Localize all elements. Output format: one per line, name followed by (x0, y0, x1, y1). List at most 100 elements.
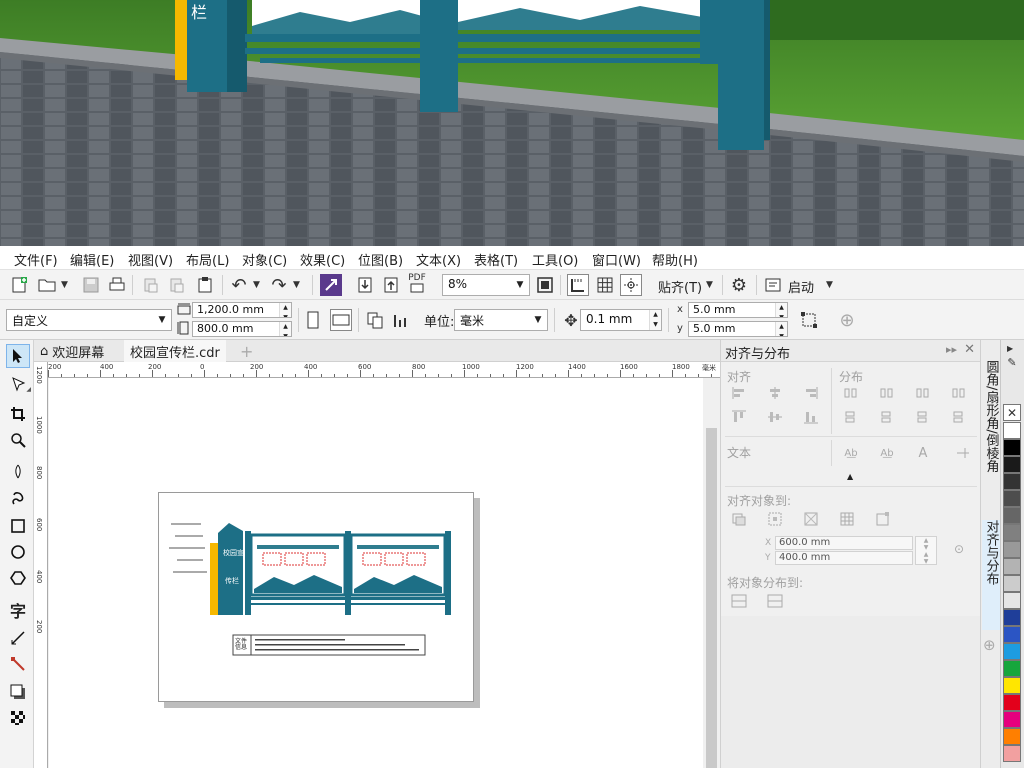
open-dropdown-icon[interactable]: ▼ (61, 280, 68, 290)
color-swatch[interactable] (1003, 592, 1021, 609)
artistic-media-icon[interactable] (6, 486, 30, 510)
vertical-ruler[interactable]: 1200 1000 800 600 400 200 (34, 362, 48, 768)
distribute-spacing-h-icon[interactable] (949, 384, 969, 402)
horizontal-ruler[interactable]: 毫米 200 400 200 0 200 400 600 800 1000 1200 1400 160… (48, 362, 720, 378)
print-icon[interactable] (106, 274, 128, 296)
undo-icon[interactable]: ↶ (228, 274, 250, 296)
rectangle-tool-icon[interactable] (6, 514, 30, 538)
color-swatch[interactable] (1003, 711, 1021, 728)
connector-tool-icon[interactable] (6, 652, 30, 676)
undo-dropdown-icon[interactable]: ▼ (253, 280, 260, 290)
nudge-distance-field[interactable]: 0.1 mm ▲ ▼ (580, 309, 662, 331)
text-tool-icon[interactable]: 字 (6, 598, 30, 622)
distribute-right-icon[interactable] (913, 384, 933, 402)
distribute-to-page-icon[interactable] (765, 592, 785, 610)
distribute-center-v-icon[interactable] (877, 408, 897, 426)
page-height-field[interactable]: 800.0 mm ▲ ▼ (192, 321, 292, 337)
parallel-dimension-icon[interactable] (6, 626, 30, 650)
align-center-v-icon[interactable] (765, 408, 785, 426)
color-swatch[interactable] (1003, 490, 1021, 507)
palette-scroll-up-icon[interactable]: ▶ (1007, 344, 1013, 353)
menu-help[interactable]: 帮助(H) (652, 250, 698, 269)
page-width-field[interactable]: 1,200.0 mm ▲ ▼ (192, 302, 292, 318)
drop-shadow-icon[interactable] (6, 680, 30, 704)
duplicate-y-spinner[interactable]: ▲ ▼ (775, 322, 787, 336)
distribute-spacing-v-icon[interactable] (949, 408, 969, 426)
align-to-grid-icon[interactable] (837, 510, 857, 528)
side-tab-align-distribute[interactable]: 对齐与分布 (982, 520, 1000, 630)
rulers-icon[interactable] (567, 274, 589, 296)
color-swatch[interactable] (1003, 439, 1021, 456)
redo-icon[interactable]: ↷ (268, 274, 290, 296)
color-swatch[interactable] (1003, 694, 1021, 711)
open-folder-icon[interactable] (36, 274, 58, 296)
color-swatch[interactable] (1003, 524, 1021, 541)
redo-dropdown-icon[interactable]: ▼ (293, 280, 300, 290)
transparency-tool-icon[interactable] (6, 706, 30, 730)
menu-bitmaps[interactable]: 位图(B) (358, 250, 403, 269)
distribute-bottom-icon[interactable] (913, 408, 933, 426)
current-page-icon[interactable] (390, 309, 412, 331)
docker-expand-icon[interactable]: ▸▸ (946, 343, 957, 356)
export-file-icon[interactable] (380, 274, 402, 296)
side-tab-add-icon[interactable]: ⊕ (983, 636, 996, 654)
color-swatch[interactable] (1003, 507, 1021, 524)
text-baseline-last-icon[interactable]: A͟b (877, 444, 897, 462)
align-to-active-objects-icon[interactable] (729, 510, 749, 528)
tab-welcome-screen[interactable]: ⌂ 欢迎屏幕 (34, 340, 110, 362)
align-left-icon[interactable] (729, 384, 749, 402)
polygon-tool-icon[interactable] (6, 566, 30, 590)
page-height-spinner[interactable]: ▲ ▼ (279, 322, 291, 336)
align-to-point-icon[interactable] (873, 510, 893, 528)
align-to-page-center-icon[interactable] (801, 510, 821, 528)
launch-label[interactable]: 启动 (788, 277, 814, 296)
color-swatch[interactable] (1003, 643, 1021, 660)
grid-icon[interactable] (594, 274, 616, 296)
pick-point-icon[interactable]: ⊙ (949, 540, 969, 558)
color-swatch[interactable] (1003, 541, 1021, 558)
nudge-spinner[interactable]: ▲ ▼ (649, 310, 661, 330)
unit-select[interactable]: 毫米 ▼ (454, 309, 548, 331)
page-width-spinner[interactable]: ▲ ▼ (279, 303, 291, 317)
add-icon[interactable]: ⊕ (836, 309, 858, 331)
text-baseline-first-icon[interactable]: A͟b (841, 444, 861, 462)
ellipse-tool-icon[interactable] (6, 540, 30, 564)
duplicate-x-spinner[interactable]: ▲ ▼ (775, 303, 787, 317)
snap-dropdown-icon[interactable]: ▼ (706, 280, 713, 290)
text-bounding-box-icon[interactable]: A (913, 444, 933, 462)
add-tab-button[interactable]: + (234, 340, 259, 362)
freehand-tool-icon[interactable] (6, 460, 30, 484)
menu-file[interactable]: 文件(F) (14, 250, 58, 269)
all-pages-icon[interactable] (364, 309, 386, 331)
color-swatch[interactable] (1003, 473, 1021, 490)
eyedropper-icon[interactable]: ✎ (1003, 356, 1021, 370)
align-to-page-edge-icon[interactable] (765, 510, 785, 528)
menu-window[interactable]: 窗口(W) (592, 250, 641, 269)
docker-close-icon[interactable]: ✕ (964, 342, 975, 357)
vertical-scrollbar[interactable] (703, 378, 720, 768)
export-icon[interactable] (166, 274, 188, 296)
menu-tools[interactable]: 工具(O) (532, 250, 578, 269)
vertical-scrollbar-thumb[interactable] (706, 428, 717, 768)
page-size-select[interactable]: 自定义 ▼ (6, 309, 172, 331)
snap-to-label[interactable]: 贴齐(T) (658, 277, 702, 296)
landscape-icon[interactable] (330, 309, 352, 331)
color-swatch[interactable] (1003, 609, 1021, 626)
collapse-arrow-icon[interactable]: ▲ (847, 472, 853, 481)
document-page[interactable]: 校园宣 传栏 文件信息 (158, 492, 474, 702)
distribute-top-icon[interactable] (841, 408, 861, 426)
search-content-icon[interactable] (320, 274, 342, 296)
import-file-icon[interactable] (354, 274, 376, 296)
align-right-icon[interactable] (801, 384, 821, 402)
portrait-icon[interactable] (302, 309, 324, 331)
clipboard-icon[interactable] (194, 274, 216, 296)
zoom-level-field[interactable]: 8% ▼ (442, 274, 530, 296)
duplicate-y-field[interactable]: 5.0 mm ▲ ▼ (688, 321, 788, 337)
align-bottom-icon[interactable] (801, 408, 821, 426)
new-document-icon[interactable] (8, 274, 30, 296)
color-swatch[interactable] (1003, 558, 1021, 575)
color-swatch[interactable] (1003, 422, 1021, 439)
color-swatch[interactable] (1003, 677, 1021, 694)
zoom-dropdown-icon[interactable]: ▼ (511, 275, 529, 295)
color-swatch[interactable] (1003, 626, 1021, 643)
